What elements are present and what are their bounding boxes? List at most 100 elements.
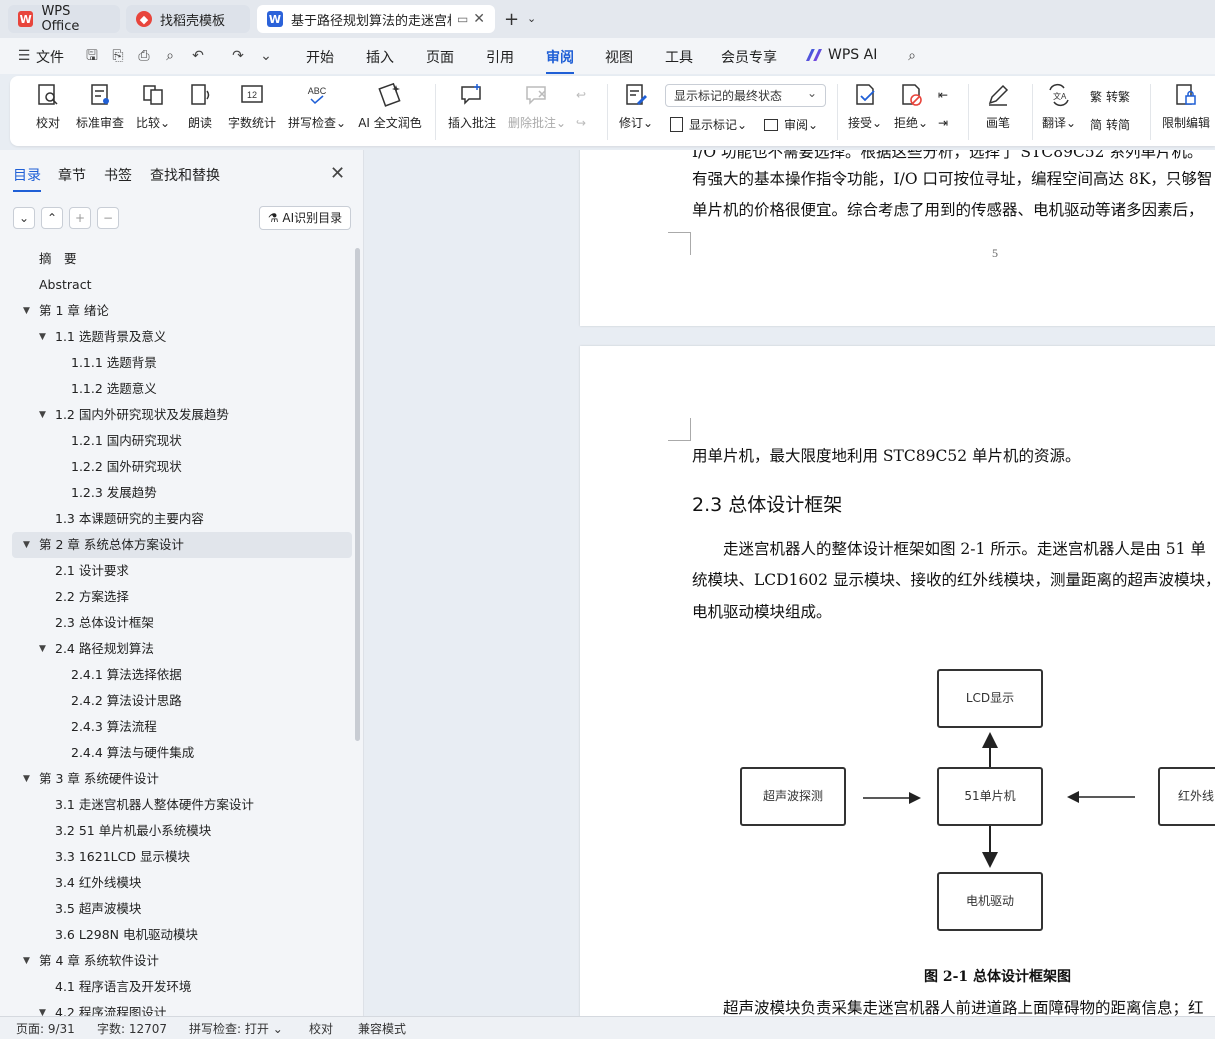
toc-item[interactable]: Abstract [12, 272, 352, 298]
new-tab-icon[interactable]: + [504, 9, 519, 30]
undo-icon[interactable]: ↶ [190, 48, 206, 64]
toc-item[interactable]: 2.4.4 算法与硬件集成 [12, 740, 352, 766]
accept-button[interactable]: 接受⌄ [846, 82, 884, 131]
reject-button[interactable]: 拒绝⌄ [892, 82, 930, 131]
menu-insert[interactable]: 插入 [366, 47, 394, 67]
markup-state-select[interactable]: 显示标记的最终状态 [665, 82, 826, 107]
toc-scrollbar[interactable] [355, 248, 360, 741]
spell-check-status[interactable]: 拼写检查: 打开 ⌄ [189, 1020, 283, 1037]
close-pane-icon[interactable]: ✕ [330, 163, 345, 184]
print-preview-icon[interactable]: ⌕ [162, 48, 178, 64]
tab-find-replace[interactable]: 查找和替换 [150, 165, 220, 185]
standard-review-button[interactable]: 标准审查 [74, 82, 126, 131]
add-heading-button[interactable]: + [69, 207, 91, 229]
review-pane-button[interactable]: 审阅 ⌄ [764, 116, 818, 133]
menu-tools[interactable]: 工具 [665, 47, 693, 67]
expand-arrow-icon[interactable]: ▼ [39, 324, 46, 350]
expand-arrow-icon[interactable]: ▼ [23, 948, 30, 974]
read-aloud-button[interactable]: 朗读 [186, 82, 214, 131]
close-tab-icon[interactable]: ✕ [473, 11, 485, 27]
menu-view[interactable]: 视图 [605, 47, 633, 67]
toc-item[interactable]: 3.4 红外线模块 [12, 870, 352, 896]
expand-arrow-icon[interactable]: ▼ [39, 402, 46, 428]
pen-button[interactable]: 画笔 [982, 82, 1014, 131]
toc-item[interactable]: 1.3 本课题研究的主要内容 [12, 506, 352, 532]
next-comment-icon[interactable]: ↪ [576, 116, 586, 130]
save-icon[interactable]: 🖫 [84, 48, 100, 64]
toc-item[interactable]: 2.4.2 算法设计思路 [12, 688, 352, 714]
tab-bookmarks[interactable]: 书签 [104, 165, 132, 185]
spell-check-button[interactable]: ABC 拼写检查⌄ [286, 82, 348, 131]
tab-docer-templates[interactable]: ◆ 找稻壳模板 [126, 5, 250, 33]
tab-chapters[interactable]: 章节 [58, 165, 86, 185]
insert-comment-button[interactable]: 插入批注 [446, 82, 498, 131]
collapse-down-button[interactable]: ⌄ [13, 207, 35, 229]
chevron-down-icon[interactable]: ⌄ [258, 48, 274, 64]
toc-item[interactable]: ▼ 2.4 路径规划算法 [12, 636, 352, 662]
tab-wps-office[interactable]: W WPS Office [8, 4, 120, 34]
document-page[interactable]: I/O 功能也不需要选择。根据这些分析，选择了 STC89C52 系列单片机。 … [580, 150, 1215, 326]
revise-button[interactable]: 修订⌄ [616, 82, 656, 131]
word-count-button[interactable]: 12 字数统计 [226, 82, 278, 131]
ai-polish-button[interactable]: AI 全文润色 [356, 82, 424, 131]
toc-item[interactable]: 2.3 总体设计框架 [12, 610, 352, 636]
restrict-edit-button[interactable]: 限制编辑 [1160, 82, 1212, 131]
menu-wps-ai[interactable]: WPS AI [806, 47, 877, 63]
ai-toc-button[interactable]: ⚗ AI识别目录 [259, 206, 351, 230]
show-markup-button[interactable]: 显示标记 ⌄ [670, 116, 747, 133]
next-change-icon[interactable]: ⇥ [938, 116, 948, 130]
toc-item[interactable]: 1.1.1 选题背景 [12, 350, 352, 376]
toc-item[interactable]: 1.2.2 国外研究现状 [12, 454, 352, 480]
toc-item[interactable]: 3.3 1621LCD 显示模块 [12, 844, 352, 870]
toc-item[interactable]: ▼ 第 2 章 系统总体方案设计 [12, 532, 352, 558]
previous-comment-icon[interactable]: ↩ [576, 88, 586, 102]
expand-arrow-icon[interactable]: ▼ [23, 532, 30, 558]
tab-toc[interactable]: 目录 [13, 165, 41, 192]
document-page[interactable]: 用单片机，最大限度地利用 STC89C52 单片机的资源。 2.3 总体设计框架… [580, 346, 1215, 1016]
monitor-icon[interactable]: ▭ [457, 12, 468, 26]
redo-icon[interactable]: ↷ [230, 48, 246, 64]
toc-item[interactable]: 摘 要 [12, 246, 352, 272]
toc-item[interactable]: 2.1 设计要求 [12, 558, 352, 584]
proofread-status[interactable]: 校对 [309, 1020, 333, 1037]
toc-item[interactable]: 4.1 程序语言及开发环境 [12, 974, 352, 1000]
remove-heading-button[interactable]: − [97, 207, 119, 229]
toc-item[interactable]: 3.1 走迷宫机器人整体硬件方案设计 [12, 792, 352, 818]
toc-item[interactable]: 3.5 超声波模块 [12, 896, 352, 922]
proofread-button[interactable]: 校对 [32, 82, 64, 131]
toc-item[interactable]: ▼ 1.2 国内外研究现状及发展趋势 [12, 402, 352, 428]
compare-button[interactable]: 比较⌄ [134, 82, 172, 131]
toc-item[interactable]: ▼ 1.1 选题背景及意义 [12, 324, 352, 350]
previous-change-icon[interactable]: ⇤ [938, 88, 948, 102]
word-count-indicator[interactable]: 字数: 12707 [97, 1020, 167, 1037]
toc-item[interactable]: 3.6 L298N 电机驱动模块 [12, 922, 352, 948]
toc-item[interactable]: ▼ 第 3 章 系统硬件设计 [12, 766, 352, 792]
toc-item[interactable]: 1.2.1 国内研究现状 [12, 428, 352, 454]
tab-document[interactable]: W 基于路径规划算法的走迷宫机 ▭ ✕ [257, 5, 495, 33]
menu-file[interactable]: 文件 [36, 47, 64, 67]
toc-item[interactable]: ▼ 第 4 章 系统软件设计 [12, 948, 352, 974]
chevron-down-icon[interactable]: ⌄ [527, 12, 536, 25]
menu-member[interactable]: 会员专享 [721, 47, 777, 67]
toc-item[interactable]: 2.2 方案选择 [12, 584, 352, 610]
page-indicator[interactable]: 页面: 9/31 [16, 1020, 75, 1037]
collapse-up-button[interactable]: ⌃ [41, 207, 63, 229]
print-icon[interactable]: ⎙ [136, 48, 152, 64]
toc-item[interactable]: ▼ 第 1 章 绪论 [12, 298, 352, 324]
toc-item[interactable]: 2.4.3 算法流程 [12, 714, 352, 740]
translate-button[interactable]: 文A 翻译⌄ [1040, 82, 1078, 131]
menu-references[interactable]: 引用 [486, 47, 514, 67]
menu-review[interactable]: 审阅 [546, 47, 574, 74]
expand-arrow-icon[interactable]: ▼ [23, 766, 30, 792]
menu-page[interactable]: 页面 [426, 47, 454, 67]
delete-comment-button[interactable]: 删除批注⌄ [506, 82, 568, 131]
toc-item[interactable]: 1.1.2 选题意义 [12, 376, 352, 402]
toc-item[interactable]: 2.4.1 算法选择依据 [12, 662, 352, 688]
menu-home[interactable]: 开始 [306, 47, 334, 67]
to-traditional-button[interactable]: 繁 转繁 [1090, 88, 1130, 105]
toc-item[interactable]: 3.2 51 单片机最小系统模块 [12, 818, 352, 844]
expand-arrow-icon[interactable]: ▼ [39, 636, 46, 662]
hamburger-menu-icon[interactable]: ☰ [16, 48, 32, 64]
toc-item[interactable]: 1.2.3 发展趋势 [12, 480, 352, 506]
to-simplified-button[interactable]: 简 转简 [1090, 116, 1130, 133]
